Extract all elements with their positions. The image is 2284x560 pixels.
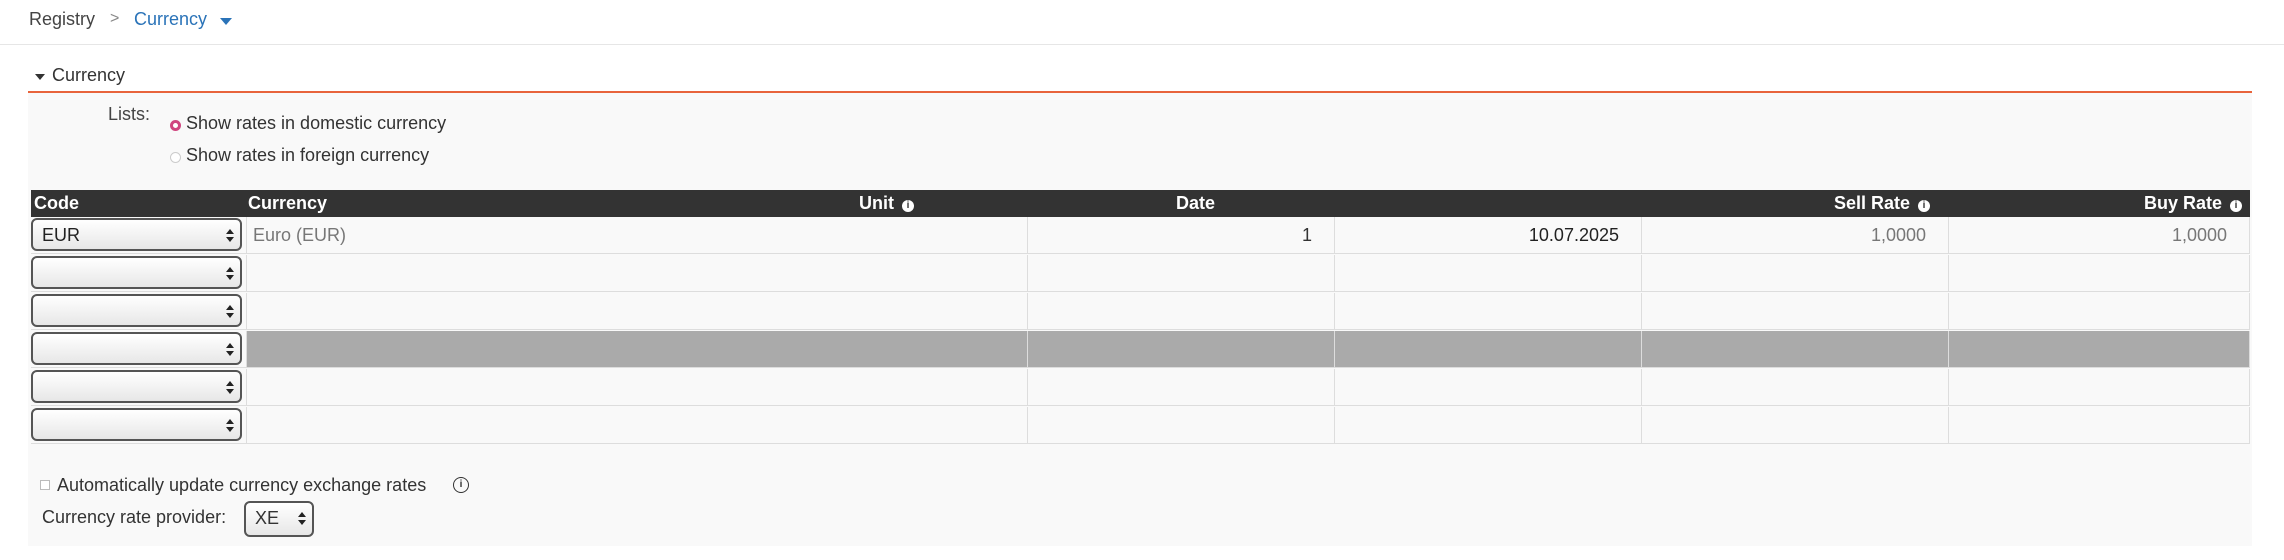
unit-cell[interactable]: [1028, 331, 1335, 368]
auto-update-label[interactable]: Automatically update currency exchange r…: [57, 475, 426, 496]
code-cell: [31, 293, 246, 330]
info-icon[interactable]: i: [1918, 200, 1930, 212]
sell-cell[interactable]: [1642, 331, 1949, 368]
unit-cell[interactable]: [1028, 369, 1335, 406]
buy-cell[interactable]: [1949, 369, 2250, 406]
col-sell-rate[interactable]: Sell Rate i: [1834, 193, 1930, 214]
date-value: 10.07.2025: [1528, 225, 1619, 245]
breadcrumb-separator: >: [110, 10, 120, 27]
buy-cell[interactable]: [1949, 407, 2250, 444]
code-select[interactable]: [31, 332, 242, 365]
code-cell: EUR: [31, 217, 246, 254]
col-unit[interactable]: Unit i: [859, 193, 914, 214]
info-icon[interactable]: i: [453, 477, 469, 493]
col-code[interactable]: Code: [34, 193, 79, 214]
code-select[interactable]: EUR: [31, 218, 242, 251]
select-arrows-icon: [226, 381, 234, 395]
radio-button-checked[interactable]: [170, 120, 181, 131]
table-row[interactable]: [31, 407, 2250, 445]
sell-cell[interactable]: [1642, 407, 1949, 444]
code-select[interactable]: [31, 256, 242, 289]
code-value: EUR: [42, 225, 81, 245]
unit-value: 1: [1301, 225, 1312, 245]
currency-cell[interactable]: [246, 331, 1028, 368]
info-icon[interactable]: i: [2230, 200, 2242, 212]
select-arrows-icon: [226, 229, 234, 243]
select-arrows-icon: [298, 512, 306, 526]
buy-cell[interactable]: 1,0000: [1949, 217, 2250, 254]
unit-cell[interactable]: 1: [1028, 217, 1335, 254]
section-title: Currency: [52, 65, 126, 85]
code-select[interactable]: [31, 294, 242, 327]
code-cell: [31, 369, 246, 406]
provider-value: XE: [255, 508, 280, 528]
select-arrows-icon: [226, 267, 234, 281]
buy-cell[interactable]: [1949, 255, 2250, 292]
provider-select[interactable]: XE: [244, 501, 314, 537]
code-select[interactable]: [31, 370, 242, 403]
currency-cell[interactable]: Euro (EUR): [246, 217, 1028, 254]
date-cell[interactable]: [1335, 331, 1642, 368]
sell-value: 1,0000: [1870, 225, 1926, 245]
select-arrows-icon: [226, 419, 234, 433]
date-cell[interactable]: [1335, 407, 1642, 444]
currency-panel: Currency Lists: Show rates in domestic c…: [28, 62, 2252, 546]
sell-cell[interactable]: 1,0000: [1642, 217, 1949, 254]
currency-cell[interactable]: [246, 369, 1028, 406]
currency-cell[interactable]: [246, 293, 1028, 330]
breadcrumb-currency[interactable]: Currency: [134, 9, 207, 30]
radio-foreign-label[interactable]: Show rates in foreign currency: [186, 145, 429, 166]
code-cell: [31, 407, 246, 444]
auto-update-checkbox[interactable]: [40, 480, 50, 490]
sell-cell[interactable]: [1642, 255, 1949, 292]
radio-domestic-label[interactable]: Show rates in domestic currency: [186, 113, 446, 134]
date-cell[interactable]: 10.07.2025: [1335, 217, 1642, 254]
info-icon[interactable]: i: [902, 200, 914, 212]
col-buy-rate[interactable]: Buy Rate i: [2144, 193, 2242, 214]
breadcrumb: Registry > Currency: [0, 0, 2284, 45]
col-sell-label: Sell Rate: [1833, 193, 1910, 213]
unit-cell[interactable]: [1028, 293, 1335, 330]
table-row[interactable]: EUR Euro (EUR) 1 10.07.2025 1,0000 1,0000: [31, 217, 2250, 255]
currency-cell[interactable]: [246, 407, 1028, 444]
currency-value: Euro (EUR): [253, 225, 347, 245]
unit-cell[interactable]: [1028, 255, 1335, 292]
col-currency[interactable]: Currency: [248, 193, 327, 214]
unit-cell[interactable]: [1028, 407, 1335, 444]
table-row[interactable]: [31, 331, 2250, 369]
section-header[interactable]: Currency: [28, 62, 2252, 93]
table-row[interactable]: [31, 255, 2250, 293]
buy-cell[interactable]: [1949, 331, 2250, 368]
col-date[interactable]: Date: [1176, 193, 1215, 214]
table-row[interactable]: [31, 293, 2250, 331]
code-cell: [31, 255, 246, 292]
date-cell[interactable]: [1335, 293, 1642, 330]
table-row[interactable]: [31, 369, 2250, 407]
chevron-down-icon[interactable]: [220, 18, 232, 25]
date-cell[interactable]: [1335, 255, 1642, 292]
col-buy-label: Buy Rate: [2143, 193, 2222, 213]
code-select[interactable]: [31, 408, 242, 441]
breadcrumb-registry[interactable]: Registry: [29, 9, 95, 30]
collapse-caret-icon[interactable]: [35, 74, 45, 80]
select-arrows-icon: [226, 343, 234, 357]
code-cell: [31, 331, 246, 368]
sell-cell[interactable]: [1642, 369, 1949, 406]
provider-label: Currency rate provider:: [42, 507, 227, 527]
buy-cell[interactable]: [1949, 293, 2250, 330]
date-cell[interactable]: [1335, 369, 1642, 406]
lists-label: Lists:: [108, 104, 151, 124]
currency-cell[interactable]: [246, 255, 1028, 292]
table-header: Code Currency Unit i Date Sell Rate i Buy …: [31, 190, 2250, 217]
select-arrows-icon: [226, 305, 234, 319]
col-unit-label: Unit: [859, 193, 894, 213]
buy-value: 1,0000: [2171, 225, 2227, 245]
sell-cell[interactable]: [1642, 293, 1949, 330]
radio-button[interactable]: [170, 152, 181, 163]
